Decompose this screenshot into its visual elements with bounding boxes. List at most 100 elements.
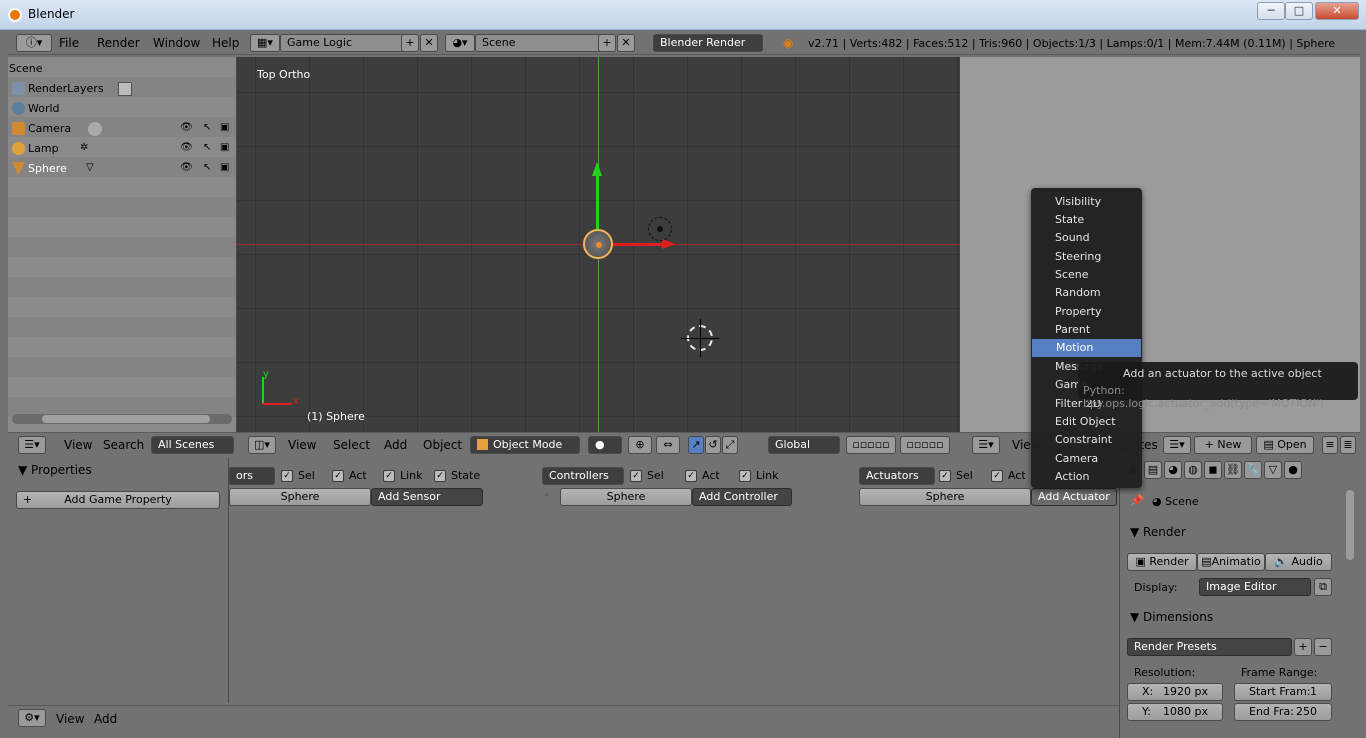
outliner-scene-row[interactable]: Scene: [8, 59, 237, 79]
controllers-object-label[interactable]: Sphere: [560, 488, 692, 506]
sensors-object-label[interactable]: Sphere: [229, 488, 371, 506]
right-editor-type-icon[interactable]: ☰▾: [972, 436, 1000, 454]
add-actuator-select[interactable]: Add Actuator: [1031, 488, 1117, 506]
actuators-filter-select[interactable]: Actuators: [859, 467, 935, 485]
display-select[interactable]: Image Editor: [1199, 578, 1311, 596]
minimize-button[interactable]: ─: [1257, 2, 1285, 20]
translate-manipulator-icon[interactable]: ↗: [688, 436, 704, 454]
modifiers-tab-icon[interactable]: 🔧: [1244, 461, 1262, 479]
outliner-item-renderlayers[interactable]: RenderLayers: [8, 79, 237, 99]
controllers-act-toggle[interactable]: ✓ Act: [685, 469, 720, 482]
menu-item-edit-object[interactable]: Edit Object: [1031, 413, 1142, 431]
menu-item-action[interactable]: Action: [1031, 468, 1142, 486]
rotate-manipulator-icon[interactable]: ↺: [705, 436, 721, 454]
add-controller-select[interactable]: Add Controller: [692, 488, 792, 506]
menu-item-parent[interactable]: Parent: [1031, 321, 1142, 339]
viewport-add-menu[interactable]: Add: [384, 438, 407, 452]
outliner-editor-type-icon[interactable]: ☰▾: [18, 436, 46, 454]
lock-display-icon[interactable]: ⧉: [1314, 578, 1332, 596]
constraints-tab-icon[interactable]: ⛓: [1224, 461, 1242, 479]
lamp-object[interactable]: [648, 217, 672, 241]
outliner-view-menu[interactable]: View: [64, 438, 92, 452]
controllers-link-toggle[interactable]: ✓ Link: [739, 469, 779, 482]
menu-item-steering[interactable]: Steering: [1031, 248, 1142, 266]
screen-layout-icon[interactable]: ▦▾: [250, 34, 280, 52]
controllers-sel-toggle[interactable]: ✓ Sel: [630, 469, 664, 482]
close-button[interactable]: ✕: [1315, 2, 1359, 20]
outliner-item-world[interactable]: World: [8, 99, 237, 119]
render-button[interactable]: ▣ Render: [1127, 553, 1197, 571]
add-game-property-button[interactable]: + Add Game Property: [16, 491, 220, 509]
object-tab-icon[interactable]: ◼: [1204, 461, 1222, 479]
resolution-y-field[interactable]: Y: 1080 px: [1127, 703, 1223, 721]
eye-icon[interactable]: 👁: [180, 142, 193, 153]
camera-data-icon[interactable]: [88, 122, 102, 136]
lamp-data-icon[interactable]: ✲: [80, 142, 88, 153]
new-text-button[interactable]: + New: [1194, 436, 1252, 454]
scene-field[interactable]: Scene: [475, 34, 605, 52]
cursor-select-icon[interactable]: ↖: [203, 142, 211, 153]
animation-button[interactable]: ▤Animatio: [1197, 553, 1265, 571]
sensors-link-toggle[interactable]: ✓ Link: [383, 469, 423, 482]
outliner-item-sphere[interactable]: Sphere ▽ 👁 ↖ ▣: [8, 159, 237, 179]
render-camera-icon[interactable]: ▣: [220, 162, 229, 173]
end-frame-field[interactable]: End Fra: 250: [1234, 703, 1332, 721]
sensors-sel-toggle[interactable]: ✓ Sel: [281, 469, 315, 482]
render-engine-select[interactable]: Blender Render: [653, 34, 763, 52]
transform-orientation-select[interactable]: Global: [768, 436, 840, 454]
screen-layout-field[interactable]: Game Logic: [280, 34, 408, 52]
viewport-select-menu[interactable]: Select: [333, 438, 370, 452]
add-sensor-select[interactable]: Add Sensor: [371, 488, 483, 506]
viewport-shading-select[interactable]: ●: [588, 436, 622, 454]
open-text-button[interactable]: ▤ Open: [1256, 436, 1314, 454]
viewport-object-menu[interactable]: Object: [423, 438, 462, 452]
sensors-filter-select[interactable]: ors: [229, 467, 275, 485]
outliner-search-menu[interactable]: Search: [103, 438, 144, 452]
menu-render[interactable]: Render: [97, 36, 140, 50]
menu-item-scene[interactable]: Scene: [1031, 266, 1142, 284]
properties-scrollbar[interactable]: [1346, 490, 1354, 560]
render-camera-icon[interactable]: ▣: [220, 122, 229, 133]
pivot-point-icon[interactable]: ⊕: [628, 436, 652, 454]
outliner-scrollbar[interactable]: [12, 414, 232, 424]
remove-screen-button[interactable]: ✕: [420, 34, 438, 52]
text-editor-type-icon[interactable]: ☰▾: [1163, 436, 1191, 454]
layers-grid-2[interactable]: ▫▫▫▫▫: [900, 436, 950, 454]
sphere-object[interactable]: [583, 229, 613, 259]
logic-editor-type-icon[interactable]: ⚙▾: [18, 709, 46, 727]
menu-item-constraint[interactable]: Constraint: [1031, 431, 1142, 449]
3d-viewport[interactable]: Top Ortho y x (1) Sphere: [237, 57, 960, 432]
menu-item-camera[interactable]: Camera: [1031, 450, 1142, 468]
scene-tab-icon[interactable]: ◕: [1164, 461, 1182, 479]
scene-icon[interactable]: ◕▾: [445, 34, 475, 52]
menu-item-property[interactable]: Property: [1031, 303, 1142, 321]
menu-item-state[interactable]: State: [1031, 211, 1142, 229]
cursor-select-icon[interactable]: ↖: [203, 122, 211, 133]
menu-item-random[interactable]: Random: [1031, 284, 1142, 302]
word-wrap-icon[interactable]: ≣: [1340, 436, 1356, 454]
render-section-header[interactable]: ▼ Render: [1130, 525, 1186, 539]
viewport-editor-type-icon[interactable]: ◫▾: [248, 436, 276, 454]
outliner-item-lamp[interactable]: Lamp ✲ 👁 ↖ ▣: [8, 139, 237, 159]
eye-icon[interactable]: 👁: [180, 162, 193, 173]
controllers-filter-select[interactable]: Controllers: [542, 467, 624, 485]
add-preset-button[interactable]: +: [1294, 638, 1312, 656]
render-layers-tab-icon[interactable]: ▤: [1144, 461, 1162, 479]
sensors-act-toggle[interactable]: ✓ Act: [332, 469, 367, 482]
controller-state-dot-icon[interactable]: ◦: [544, 491, 549, 500]
actuators-object-label[interactable]: Sphere: [859, 488, 1031, 506]
line-numbers-icon[interactable]: ≡: [1322, 436, 1338, 454]
remove-scene-button[interactable]: ✕: [617, 34, 635, 52]
dimensions-section-header[interactable]: ▼ Dimensions: [1130, 610, 1213, 624]
menu-help[interactable]: Help: [212, 36, 239, 50]
eye-icon[interactable]: 👁: [180, 122, 193, 133]
remove-preset-button[interactable]: −: [1314, 638, 1332, 656]
properties-panel-header[interactable]: ▼ Properties: [18, 463, 92, 477]
add-scene-button[interactable]: +: [598, 34, 616, 52]
editor-type-info-icon[interactable]: ⓘ▾: [16, 34, 52, 52]
world-tab-icon[interactable]: ◍: [1184, 461, 1202, 479]
mesh-data-icon[interactable]: ▽: [86, 162, 94, 173]
manipulator-toggle-icon[interactable]: ⇔: [656, 436, 680, 454]
menu-item-motion[interactable]: Motion: [1032, 339, 1141, 357]
actuators-act-toggle[interactable]: ✓ Act: [991, 469, 1026, 482]
